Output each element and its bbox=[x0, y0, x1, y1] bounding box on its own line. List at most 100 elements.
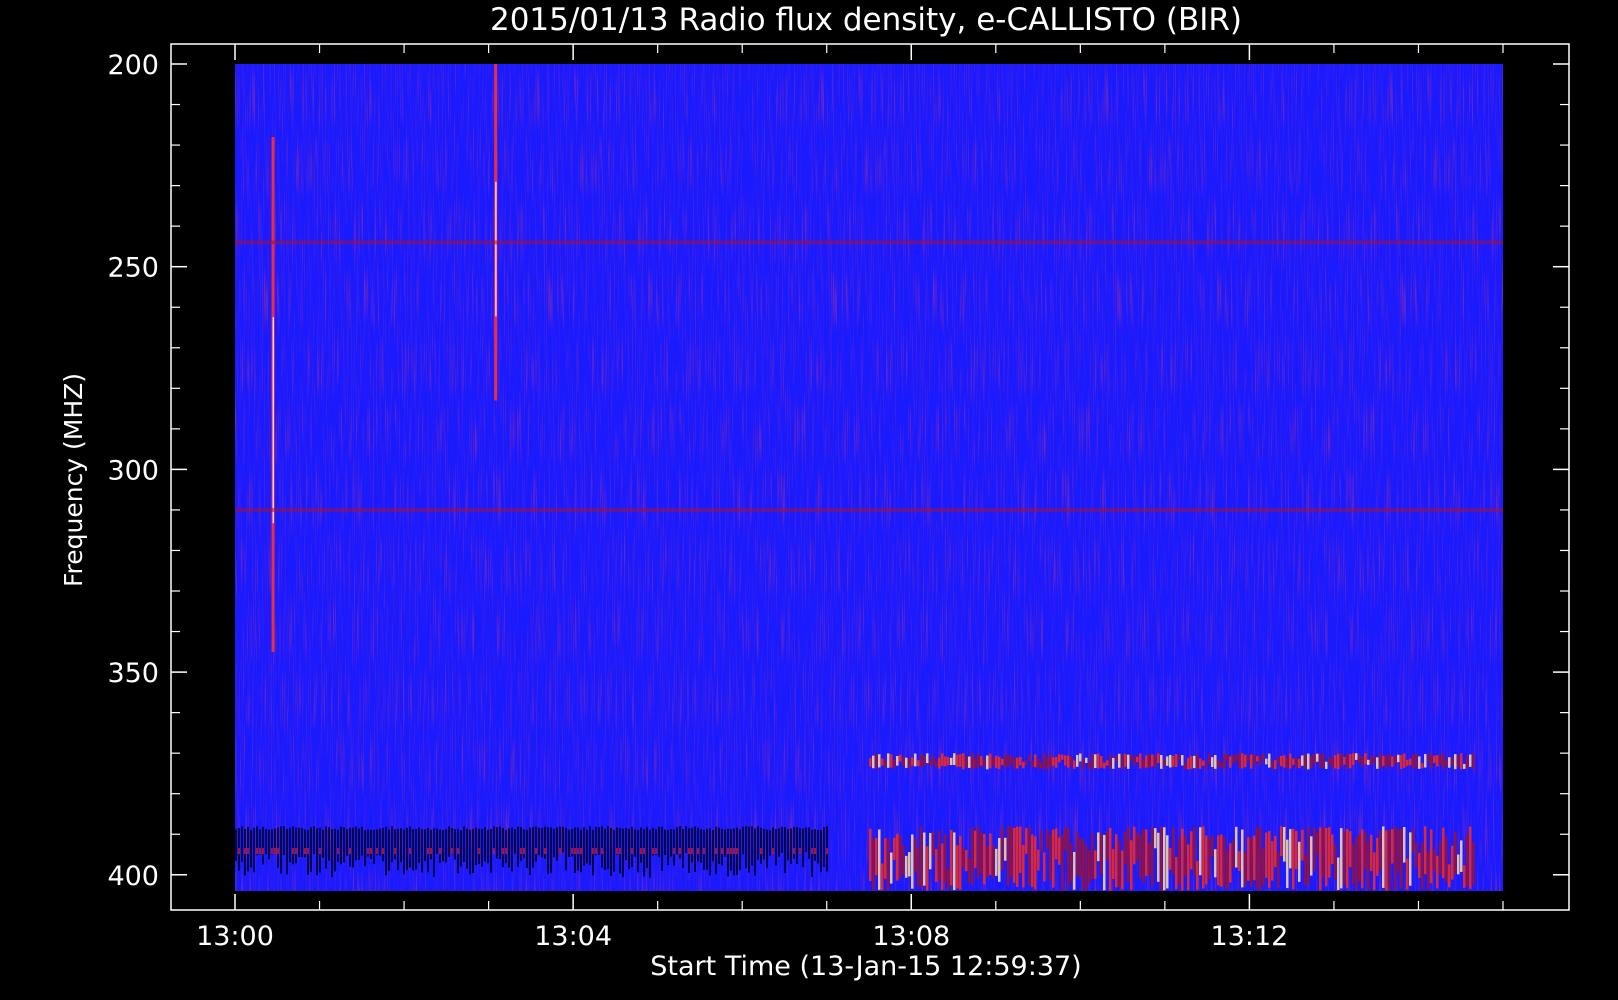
emission-stripe bbox=[1076, 754, 1079, 767]
emission-stripe bbox=[1340, 753, 1343, 767]
emission-stripe bbox=[896, 833, 899, 881]
emission-stripe bbox=[1046, 829, 1049, 850]
emission-stripe bbox=[1253, 835, 1256, 881]
absorption-stripe bbox=[709, 828, 711, 876]
absorption-stripe bbox=[328, 827, 330, 861]
emission-stripe bbox=[1145, 755, 1148, 768]
emission-stripe bbox=[1313, 827, 1316, 872]
emission-stripe bbox=[974, 758, 977, 769]
emission-stripe bbox=[1427, 851, 1430, 890]
emission-stripe bbox=[986, 755, 989, 770]
emission-stripe bbox=[1184, 763, 1187, 770]
emission-stripe bbox=[1004, 754, 1007, 768]
emission-stripe bbox=[974, 830, 977, 868]
emission-stripe bbox=[938, 830, 941, 880]
emission-stripe bbox=[1364, 753, 1367, 765]
emission-stripe bbox=[1214, 755, 1217, 769]
emission-stripe bbox=[1289, 829, 1292, 869]
absorption-stripe bbox=[775, 829, 777, 866]
absorption-speck bbox=[592, 848, 594, 855]
absorption-stripe bbox=[535, 826, 537, 862]
emission-stripe bbox=[1334, 755, 1337, 769]
absorption-stripe bbox=[340, 826, 342, 865]
absorption-stripe bbox=[337, 829, 339, 862]
emission-stripe bbox=[1037, 849, 1040, 871]
emission-stripe bbox=[1469, 826, 1472, 889]
absorption-stripe bbox=[601, 826, 603, 868]
absorption-stripe bbox=[484, 827, 486, 862]
emission-stripe bbox=[1247, 837, 1250, 881]
emission-stripe bbox=[1064, 755, 1067, 766]
emission-stripe bbox=[1460, 753, 1463, 770]
emission-stripe bbox=[1223, 836, 1226, 886]
emission-stripe bbox=[1070, 755, 1073, 766]
emission-stripe bbox=[1190, 831, 1193, 870]
emission-stripe bbox=[1190, 755, 1193, 769]
absorption-stripe bbox=[433, 828, 435, 877]
emission-stripe bbox=[1328, 756, 1331, 765]
absorption-stripe bbox=[742, 826, 744, 855]
emission-stripe bbox=[1049, 834, 1052, 880]
emission-stripe bbox=[1226, 850, 1229, 889]
absorption-stripe bbox=[802, 828, 804, 868]
emission-stripe bbox=[1406, 759, 1409, 766]
emission-stripe bbox=[917, 848, 920, 887]
spectrogram-noise bbox=[235, 64, 1503, 891]
absorption-stripe bbox=[235, 829, 237, 861]
emission-stripe bbox=[1340, 828, 1343, 889]
emission-stripe bbox=[1115, 755, 1118, 762]
absorption-speck bbox=[760, 848, 762, 855]
absorption-stripe bbox=[589, 826, 591, 865]
absorption-speck bbox=[793, 848, 795, 855]
emission-stripe bbox=[1397, 754, 1400, 763]
emission-stripe bbox=[1079, 753, 1082, 762]
absorption-stripe bbox=[760, 827, 762, 864]
emission-stripe bbox=[983, 758, 986, 768]
emission-stripe bbox=[1367, 759, 1370, 765]
emission-stripe bbox=[1379, 753, 1382, 769]
emission-stripe bbox=[1385, 755, 1388, 770]
absorption-stripe bbox=[805, 827, 807, 853]
emission-stripe bbox=[1334, 844, 1337, 880]
emission-stripe bbox=[1313, 753, 1316, 765]
emission-stripe bbox=[1283, 755, 1286, 768]
emission-stripe bbox=[1214, 849, 1217, 878]
emission-stripe bbox=[1454, 754, 1457, 770]
x-tick-label: 13:08 bbox=[872, 921, 950, 952]
absorption-stripe bbox=[634, 829, 636, 857]
emission-stripe bbox=[992, 845, 995, 878]
emission-stripe bbox=[1322, 827, 1325, 878]
absorption-speck bbox=[238, 848, 240, 855]
absorption-stripe bbox=[322, 829, 324, 858]
emission-stripe bbox=[1019, 826, 1022, 873]
absorption-stripe bbox=[325, 826, 327, 869]
emission-stripe bbox=[1463, 763, 1466, 769]
emission-stripe bbox=[911, 834, 914, 889]
emission-stripe bbox=[923, 756, 926, 766]
emission-stripe bbox=[1013, 758, 1016, 770]
emission-stripe bbox=[1130, 840, 1133, 890]
absorption-speck bbox=[640, 848, 642, 855]
emission-stripe bbox=[1085, 757, 1088, 763]
emission-stripe bbox=[1205, 835, 1208, 885]
emission-stripe bbox=[869, 828, 872, 882]
emission-stripe bbox=[959, 754, 962, 767]
emission-stripe bbox=[1055, 828, 1058, 860]
emission-stripe bbox=[956, 845, 959, 889]
emission-stripe bbox=[1424, 826, 1427, 875]
emission-stripe bbox=[971, 753, 974, 769]
absorption-stripe bbox=[667, 829, 669, 866]
emission-stripe bbox=[1271, 761, 1274, 769]
absorption-stripe bbox=[496, 827, 498, 859]
absorption-stripe bbox=[586, 829, 588, 864]
emission-stripe bbox=[1073, 760, 1076, 769]
emission-stripe bbox=[1040, 830, 1043, 851]
emission-stripe bbox=[941, 753, 944, 767]
absorption-stripe bbox=[370, 829, 372, 859]
absorption-speck bbox=[394, 848, 396, 855]
emission-stripe bbox=[1436, 755, 1439, 767]
emission-stripe bbox=[980, 832, 983, 874]
emission-stripe bbox=[1454, 831, 1457, 875]
emission-stripe bbox=[1004, 837, 1007, 861]
emission-stripe bbox=[977, 753, 980, 769]
